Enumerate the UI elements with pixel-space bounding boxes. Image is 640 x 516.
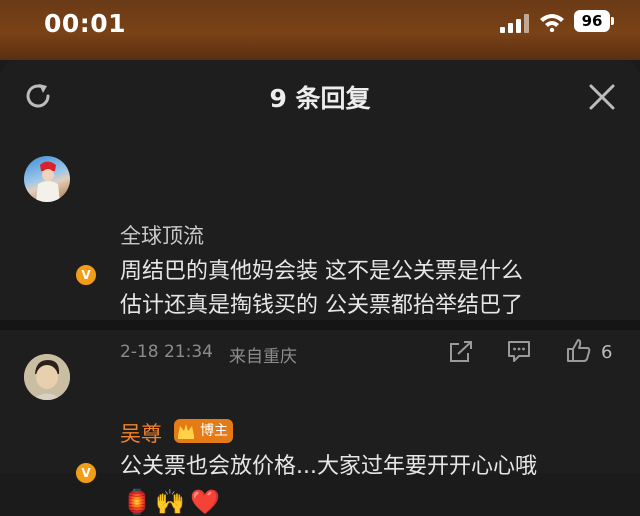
avatar-figure <box>36 161 60 202</box>
status-bar: 00:01 96 <box>0 0 640 60</box>
comment-text-line: 周结巴的真他妈会装 这不是公关票是什么 <box>120 259 523 284</box>
host-badge: 博主 <box>174 419 233 443</box>
crown-icon <box>178 424 194 439</box>
comment-icon[interactable] <box>506 339 532 363</box>
share-icon[interactable] <box>448 340 474 364</box>
verified-icon: V <box>74 263 98 287</box>
heart-emoji: ❤️ <box>190 488 220 516</box>
comment-username[interactable]: 吴尊 <box>120 418 162 448</box>
avatar[interactable] <box>24 354 70 400</box>
sheet-header: 9 条回复 <box>0 60 640 132</box>
wifi-icon <box>540 14 564 32</box>
comment-location: 来自重庆 <box>229 347 297 367</box>
battery-indicator: 96 <box>574 10 610 32</box>
comment-timestamp: 2-18 21:34 <box>120 342 213 362</box>
lantern-emoji: 🏮 <box>122 488 152 516</box>
sheet-title: 9 条回复 <box>269 84 371 113</box>
host-badge-label: 博主 <box>200 423 228 439</box>
cellular-signal-icon <box>500 13 532 33</box>
avatar-figure <box>24 354 70 400</box>
comment-divider <box>0 320 640 330</box>
like-icon[interactable] <box>566 338 592 363</box>
reply-sheet: 9 条回复 V 全球顶流 周结巴的真他妈会装 这不是公关票是什么 估计还真是掏钱… <box>0 60 640 516</box>
battery-tip <box>611 17 614 25</box>
status-time: 00:01 <box>44 9 127 38</box>
raised-hands-emoji: 🙌 <box>155 488 185 516</box>
comment-text-line: 估计还真是掏钱买的 公关票都抬举结巴了 <box>120 293 523 318</box>
avatar[interactable] <box>24 156 70 202</box>
comment-username[interactable]: 全球顶流 <box>120 220 204 250</box>
close-icon[interactable] <box>589 84 615 110</box>
verified-icon: V <box>74 461 98 485</box>
comment-text: 公关票也会放价格...大家过年要开开心心哦 <box>120 454 537 479</box>
like-count: 6 <box>601 342 613 363</box>
